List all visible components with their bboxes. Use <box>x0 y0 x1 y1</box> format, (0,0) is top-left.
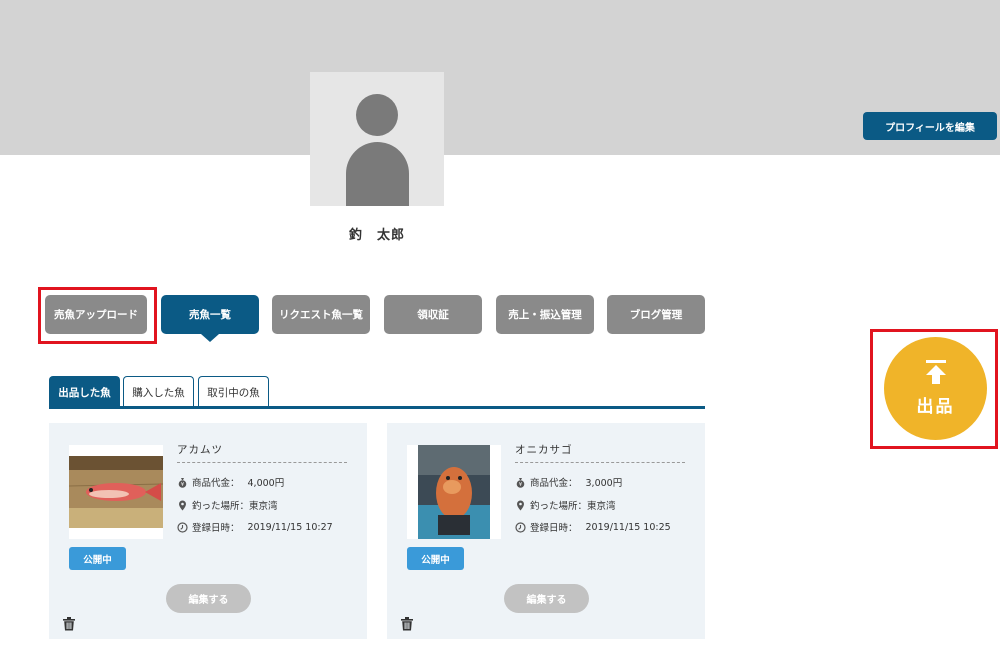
date-label: 登録日時： <box>192 523 240 534</box>
price-row: ¥ 商品代金： 3,000円 <box>515 475 622 489</box>
fish-thumbnail[interactable] <box>69 445 163 539</box>
price-label: 商品代金： <box>192 478 240 489</box>
location-row: 釣った場所： 東京湾 <box>177 498 278 512</box>
svg-text:¥: ¥ <box>181 482 184 488</box>
menu-blog-management-button[interactable]: ブログ管理 <box>607 295 705 334</box>
date-label: 登録日時： <box>530 523 578 534</box>
status-badge: 公開中 <box>69 547 126 570</box>
map-pin-icon <box>177 500 188 511</box>
fish-photo-onikasago <box>418 445 490 539</box>
avatar-head-shape <box>356 94 398 136</box>
menu-receipt-button[interactable]: 領収証 <box>384 295 482 334</box>
fish-name: アカムツ <box>177 442 347 463</box>
money-bag-icon: ¥ <box>177 477 188 488</box>
menu-sales-transfer-button[interactable]: 売上・振込管理 <box>496 295 594 334</box>
fish-thumbnail[interactable] <box>407 445 501 539</box>
status-badge: 公開中 <box>407 547 464 570</box>
avatar-body-shape <box>346 142 409 206</box>
profile-cover-banner <box>0 0 1000 155</box>
fish-photo-akamutsu <box>69 456 163 528</box>
fish-card: アカムツ ¥ 商品代金： 4,000円 釣った場所： 東京湾 登録日時： 201… <box>49 423 367 639</box>
location-value: 東京湾 <box>249 501 278 512</box>
menu-fish-list-button[interactable]: 売魚一覧 <box>161 295 259 334</box>
price-row: ¥ 商品代金： 4,000円 <box>177 475 284 489</box>
clock-icon <box>177 521 188 533</box>
upload-button-label: 出品 <box>916 397 955 417</box>
upload-listing-button[interactable]: 出品 <box>884 337 987 440</box>
price-value: 3,000円 <box>585 478 623 489</box>
date-row: 登録日時： 2019/11/15 10:25 <box>515 520 671 534</box>
menu-request-fish-list-button[interactable]: リクエスト魚一覧 <box>272 295 370 334</box>
fish-card: オニカサゴ ¥ 商品代金： 3,000円 釣った場所： 東京湾 登録日時： 20… <box>387 423 705 639</box>
edit-button[interactable]: 編集する <box>504 584 589 613</box>
edit-button[interactable]: 編集する <box>166 584 251 613</box>
map-pin-icon <box>515 500 526 511</box>
date-value: 2019/11/15 10:25 <box>585 521 671 533</box>
arrow-up-to-line-icon <box>925 360 947 388</box>
user-name: 釣 太郎 <box>348 228 405 243</box>
price-value: 4,000円 <box>247 478 285 489</box>
fish-name: オニカサゴ <box>515 442 685 463</box>
avatar <box>310 72 444 206</box>
price-label: 商品代金： <box>530 478 578 489</box>
tab-purchased-fish[interactable]: 購入した魚 <box>123 376 194 407</box>
trash-icon[interactable] <box>63 616 75 631</box>
money-bag-icon: ¥ <box>515 477 526 488</box>
svg-text:¥: ¥ <box>519 482 522 488</box>
active-menu-pointer <box>201 334 219 342</box>
date-value: 2019/11/15 10:27 <box>247 521 333 533</box>
trash-icon[interactable] <box>401 616 413 631</box>
highlight-box-upload-menu <box>38 287 157 344</box>
location-label: 釣った場所： <box>192 501 250 512</box>
date-row: 登録日時： 2019/11/15 10:27 <box>177 520 333 534</box>
tab-listed-fish[interactable]: 出品した魚 <box>49 376 120 407</box>
location-label: 釣った場所： <box>530 501 588 512</box>
tab-trading-fish[interactable]: 取引中の魚 <box>198 376 269 407</box>
clock-icon <box>515 521 526 533</box>
location-row: 釣った場所： 東京湾 <box>515 498 616 512</box>
edit-profile-button[interactable]: プロフィールを編集 <box>863 112 997 140</box>
tab-underline <box>49 406 705 409</box>
location-value: 東京湾 <box>587 501 616 512</box>
